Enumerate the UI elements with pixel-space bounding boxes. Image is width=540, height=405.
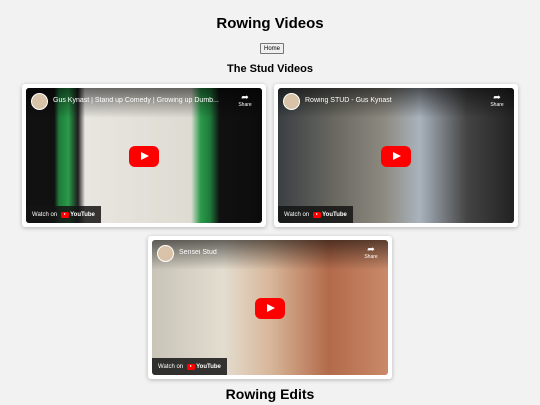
youtube-mark-icon bbox=[61, 211, 70, 218]
youtube-logo-text: YouTube bbox=[322, 211, 347, 218]
youtube-logo-icon: YouTube bbox=[61, 211, 95, 218]
play-icon[interactable] bbox=[129, 145, 159, 167]
video-card: Gus Kynast | Stand up Comedy | Growing u… bbox=[22, 84, 266, 227]
video-card: Rowing STUD - Gus Kynast ➦ Share Watch o… bbox=[274, 84, 518, 227]
share-label: Share bbox=[238, 102, 252, 108]
play-icon[interactable] bbox=[255, 297, 285, 319]
video-title[interactable]: Gus Kynast | Stand up Comedy | Growing u… bbox=[53, 97, 232, 104]
channel-avatar[interactable] bbox=[283, 93, 300, 110]
youtube-logo-text: YouTube bbox=[196, 363, 221, 370]
watch-on-label: Watch on bbox=[158, 363, 184, 370]
page-title: Rowing Videos bbox=[216, 15, 324, 32]
share-label: Share bbox=[490, 102, 504, 108]
home-button[interactable]: Home bbox=[260, 43, 284, 54]
share-icon: ➦ bbox=[367, 244, 375, 254]
play-icon[interactable] bbox=[381, 145, 411, 167]
youtube-logo-icon: YouTube bbox=[187, 363, 221, 370]
video-player[interactable]: Gus Kynast | Stand up Comedy | Growing u… bbox=[26, 88, 262, 223]
video-card: Sensei Stud ➦ Share Watch on YouTube bbox=[148, 236, 392, 379]
section-heading-rowing-edits: Rowing Edits bbox=[225, 386, 315, 402]
share-icon: ➦ bbox=[241, 92, 249, 102]
video-player[interactable]: Rowing STUD - Gus Kynast ➦ Share Watch o… bbox=[278, 88, 514, 223]
share-icon: ➦ bbox=[493, 92, 501, 102]
video-player[interactable]: Sensei Stud ➦ Share Watch on YouTube bbox=[152, 240, 388, 375]
youtube-mark-icon bbox=[187, 363, 196, 370]
channel-avatar[interactable] bbox=[31, 93, 48, 110]
watch-on-youtube-button[interactable]: Watch on YouTube bbox=[278, 206, 353, 223]
watch-on-youtube-button[interactable]: Watch on YouTube bbox=[26, 206, 101, 223]
channel-avatar[interactable] bbox=[157, 245, 174, 262]
share-button[interactable]: ➦ Share bbox=[486, 92, 508, 108]
youtube-logo-text: YouTube bbox=[70, 211, 95, 218]
video-title[interactable]: Sensei Stud bbox=[179, 249, 358, 256]
section-heading-stud-videos: The Stud Videos bbox=[227, 63, 313, 75]
video-title[interactable]: Rowing STUD - Gus Kynast bbox=[305, 97, 484, 104]
share-button[interactable]: ➦ Share bbox=[234, 92, 256, 108]
share-button[interactable]: ➦ Share bbox=[360, 244, 382, 260]
watch-on-label: Watch on bbox=[32, 211, 58, 218]
share-label: Share bbox=[364, 254, 378, 260]
youtube-mark-icon bbox=[313, 211, 322, 218]
watch-on-label: Watch on bbox=[284, 211, 310, 218]
watch-on-youtube-button[interactable]: Watch on YouTube bbox=[152, 358, 227, 375]
youtube-logo-icon: YouTube bbox=[313, 211, 347, 218]
